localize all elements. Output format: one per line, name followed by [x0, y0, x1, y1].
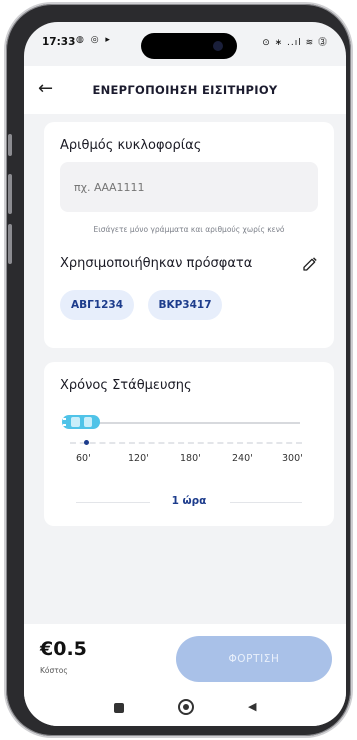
status-time: 17:33 — [42, 36, 76, 48]
side-button — [8, 224, 12, 264]
side-button — [8, 134, 12, 156]
page-title: ΕΝΕΡΓΟΠΟΙΗΣΗ ΕΙΣΙΤΗΡΙΟΥ — [92, 83, 278, 97]
car-slider-handle-icon[interactable] — [60, 412, 102, 432]
price-label: Κόστος — [40, 666, 68, 675]
plate-label: Αριθμός κυκλοφορίας — [60, 138, 202, 153]
plate-card: Αριθμός κυκλοφορίας Εισάγετε μόνο γράμμα… — [44, 122, 334, 348]
side-button — [8, 174, 12, 214]
selected-tick-dot — [84, 440, 89, 445]
charge-button[interactable]: ΦΟΡΤΙΣΗ — [176, 636, 332, 682]
parking-time-label: Χρόνος Στάθμευσης — [60, 378, 192, 393]
plate-input[interactable] — [60, 162, 318, 212]
notification-icons: ◍ ◎ ▸ — [76, 35, 112, 45]
system-nav-bar: ◀ — [24, 694, 346, 726]
dynamic-island — [141, 33, 237, 59]
tick-label: 60' — [76, 453, 91, 464]
home-icon[interactable] — [178, 699, 194, 715]
tick-label: 240' — [232, 453, 253, 464]
time-slider-track[interactable] — [74, 422, 300, 424]
checkout-bar: €0.5 Κόστος ΦΟΡΤΙΣΗ — [24, 624, 346, 694]
nav-back-icon[interactable]: ◀ — [248, 700, 256, 713]
recent-plate-chip[interactable]: ΑΒΓ1234 — [60, 290, 134, 320]
system-icons: ⊙ ∗ ..ıl ≋ ⓷ — [262, 38, 328, 48]
status-bar: 17:33 ◍ ◎ ▸ ⊙ ∗ ..ıl ≋ ⓷ — [24, 22, 346, 66]
recent-label: Χρησιμοποιήθηκαν πρόσφατα — [60, 256, 253, 271]
phone-frame: 17:33 ◍ ◎ ▸ ⊙ ∗ ..ıl ≋ ⓷ ← ΕΝΕΡΓΟΠΟΙΗΣΗ … — [6, 4, 351, 736]
pencil-icon[interactable] — [302, 256, 318, 272]
tick-line — [70, 442, 302, 444]
app-header: ← ΕΝΕΡΓΟΠΟΙΗΣΗ ΕΙΣΙΤΗΡΙΟΥ — [24, 66, 346, 114]
recent-plate-chip[interactable]: ΒΚΡ3417 — [148, 290, 222, 320]
app-screen: 17:33 ◍ ◎ ▸ ⊙ ∗ ..ıl ≋ ⓷ ← ΕΝΕΡΓΟΠΟΙΗΣΗ … — [24, 22, 346, 726]
tick-label: 120' — [128, 453, 149, 464]
camera-icon — [213, 41, 223, 51]
parking-time-card: Χρόνος Στάθμευσης 60' 120' 180' 240' 300… — [44, 362, 334, 526]
tick-label: 180' — [180, 453, 201, 464]
selected-duration: 1 ώρα — [171, 495, 207, 507]
price-value: €0.5 — [40, 638, 87, 660]
tick-label: 300' — [282, 453, 303, 464]
recents-icon[interactable] — [114, 703, 124, 713]
plate-hint: Εισάγετε μόνο γράμματα και αριθμούς χωρί… — [93, 225, 285, 234]
